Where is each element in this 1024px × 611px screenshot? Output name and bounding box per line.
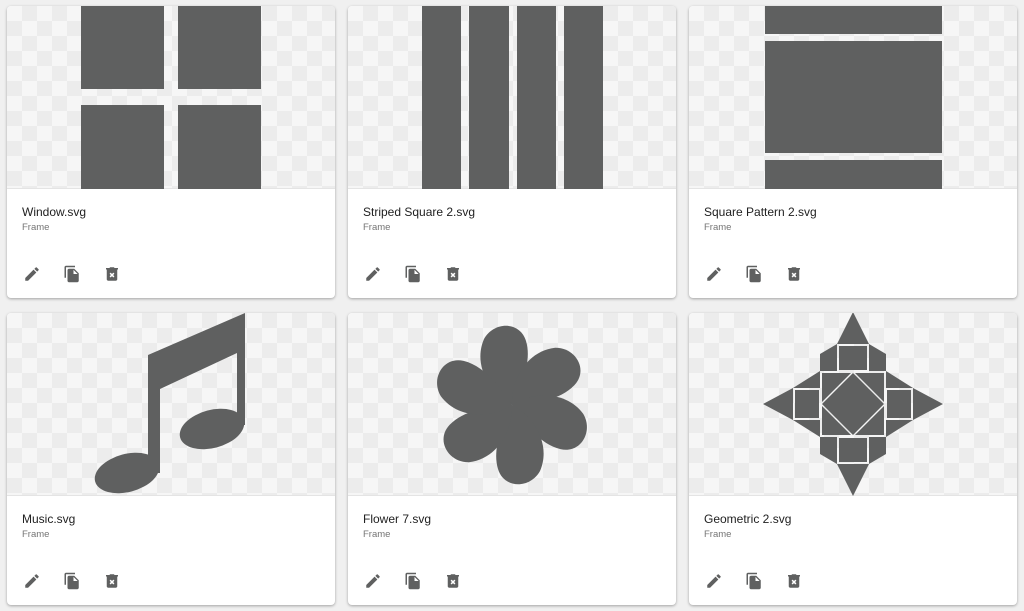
delete-button[interactable] [441, 262, 465, 286]
asset-preview[interactable] [689, 313, 1017, 496]
duplicate-button[interactable] [60, 262, 84, 286]
card-actions [689, 262, 1017, 286]
trash-icon [106, 267, 118, 281]
edit-button[interactable] [702, 262, 726, 286]
asset-preview[interactable] [689, 6, 1017, 189]
card-actions [348, 262, 676, 286]
delete-button[interactable] [441, 569, 465, 593]
card-actions [689, 569, 1017, 593]
duplicate-button[interactable] [742, 569, 766, 593]
square-pattern-shape-icon [765, 6, 942, 189]
card-actions [348, 569, 676, 593]
trash-icon [447, 267, 459, 281]
flower-shape-icon [437, 325, 587, 485]
trash-icon [788, 574, 800, 588]
pencil-icon [25, 267, 39, 281]
edit-button[interactable] [361, 262, 385, 286]
trash-icon [447, 574, 459, 588]
edit-button[interactable] [20, 569, 44, 593]
asset-title: Geometric 2.svg [704, 512, 792, 526]
delete-button[interactable] [782, 262, 806, 286]
asset-type: Frame [22, 529, 50, 540]
window-shape-icon [81, 6, 261, 189]
delete-button[interactable] [100, 262, 124, 286]
asset-title: Striped Square 2.svg [363, 205, 476, 219]
copy-icon [746, 572, 761, 590]
asset-card[interactable]: Flower 7.svg Frame [348, 313, 676, 605]
asset-preview[interactable] [7, 6, 335, 189]
copy-icon [64, 572, 79, 590]
trash-icon [788, 267, 800, 281]
copy-icon [405, 572, 420, 590]
edit-button[interactable] [20, 262, 44, 286]
asset-card[interactable]: Striped Square 2.svg Frame [348, 6, 676, 298]
asset-card[interactable]: Square Pattern 2.svg Frame [689, 6, 1017, 298]
asset-title: Flower 7.svg [363, 512, 432, 526]
music-note-shape-icon [94, 313, 245, 494]
trash-icon [106, 574, 118, 588]
asset-preview[interactable] [7, 313, 335, 496]
copy-icon [64, 265, 79, 283]
card-actions [7, 262, 335, 286]
copy-icon [746, 265, 761, 283]
pencil-icon [707, 574, 721, 588]
duplicate-button[interactable] [60, 569, 84, 593]
asset-title: Square Pattern 2.svg [704, 205, 817, 219]
copy-icon [405, 265, 420, 283]
pencil-icon [25, 574, 39, 588]
card-actions [7, 569, 335, 593]
asset-type: Frame [363, 529, 391, 540]
duplicate-button[interactable] [401, 569, 425, 593]
asset-title: Music.svg [22, 512, 76, 526]
pencil-icon [366, 267, 380, 281]
asset-type: Frame [363, 222, 391, 233]
geometric-star-shape-icon [763, 313, 943, 496]
asset-card[interactable]: Geometric 2.svg Frame [689, 313, 1017, 605]
striped-square-shape-icon [422, 6, 603, 189]
asset-title: Window.svg [22, 205, 87, 219]
delete-button[interactable] [100, 569, 124, 593]
pencil-icon [707, 267, 721, 281]
edit-button[interactable] [702, 569, 726, 593]
duplicate-button[interactable] [742, 262, 766, 286]
edit-button[interactable] [361, 569, 385, 593]
asset-preview[interactable] [348, 313, 676, 496]
asset-type: Frame [704, 529, 732, 540]
asset-card[interactable]: Window.svg Frame [7, 6, 335, 298]
asset-preview[interactable] [348, 6, 676, 189]
asset-card[interactable]: Music.svg Frame [7, 313, 335, 605]
asset-type: Frame [22, 222, 50, 233]
pencil-icon [366, 574, 380, 588]
duplicate-button[interactable] [401, 262, 425, 286]
asset-type: Frame [704, 222, 732, 233]
delete-button[interactable] [782, 569, 806, 593]
